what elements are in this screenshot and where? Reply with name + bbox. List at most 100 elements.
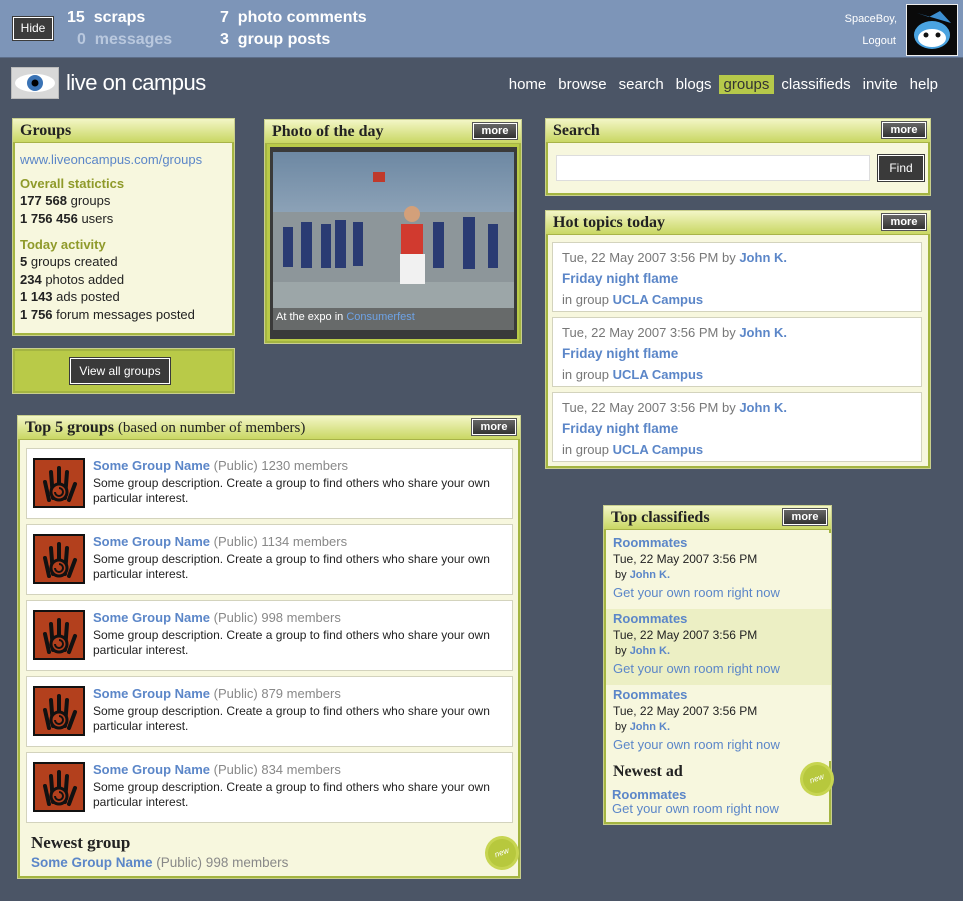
top-groups-more-button[interactable]: more <box>471 418 517 436</box>
topic-title-link[interactable]: Friday night flame <box>562 343 912 364</box>
nav-item-search[interactable]: search <box>614 75 669 94</box>
new-badge-icon: new <box>484 835 520 871</box>
hand-spiral-icon[interactable] <box>33 610 85 660</box>
topic-group: in group UCLA Campus <box>562 439 912 460</box>
newest-ad-link[interactable]: Get your own room right now <box>612 801 779 816</box>
group-meta: (Public) 998 members <box>213 610 341 625</box>
group-name-link[interactable]: Some Group Name <box>93 458 210 473</box>
hide-button[interactable]: Hide <box>12 16 54 41</box>
classified-by-label: by <box>615 721 627 733</box>
group-name-link[interactable]: Some Group Name <box>93 610 210 625</box>
stat-number: 1 756 <box>20 306 53 322</box>
classified-link[interactable]: Get your own room right now <box>613 660 824 678</box>
nav-item-help[interactable]: help <box>905 75 943 94</box>
photo-of-day-title: Photo of the day more <box>265 120 521 144</box>
topic-date: Tue, 22 May 2007 3:56 PM <box>562 250 719 265</box>
photo-more-button[interactable]: more <box>472 122 518 140</box>
hand-spiral-icon[interactable] <box>33 762 85 812</box>
overall-stats-heading: Overall statictics <box>20 176 125 191</box>
nav-item-invite[interactable]: invite <box>858 75 903 94</box>
today-activity-heading: Today activity <box>20 237 106 252</box>
top-groups-title: Top 5 groups (based on number of members… <box>18 416 520 440</box>
topic-group-link[interactable]: UCLA Campus <box>613 367 704 382</box>
nav-item-groups[interactable]: groups <box>718 75 775 94</box>
logo-text[interactable]: live on campus <box>66 70 206 96</box>
view-all-groups-button[interactable]: View all groups <box>69 357 171 385</box>
classified-author-link[interactable]: John K. <box>630 721 670 733</box>
classified-date: Tue, 22 May 2007 3:56 PM <box>613 552 758 566</box>
photo-image[interactable] <box>273 152 514 330</box>
topic-author-link[interactable]: John K. <box>739 250 787 265</box>
group-title: Some Group Name (Public) 834 members <box>93 762 341 777</box>
messages-count: 0 <box>77 31 86 48</box>
hot-topics-more-button[interactable]: more <box>881 213 927 231</box>
group-name-link[interactable]: Some Group Name <box>93 534 210 549</box>
topic-group-link[interactable]: UCLA Campus <box>613 442 704 457</box>
messages-stat[interactable]: 0 messages <box>77 31 172 49</box>
nav-item-classifieds[interactable]: classifieds <box>776 75 855 94</box>
stat-text: groups created <box>27 254 118 269</box>
topic-by: by <box>721 400 736 415</box>
hot-topic-item: Tue, 22 May 2007 3:56 PM by John K. Frida… <box>552 242 922 312</box>
group-name-link[interactable]: Some Group Name <box>93 686 210 701</box>
hot-topics-panel: Hot topics today more Tue, 22 May 2007 3… <box>545 210 931 469</box>
groups-url-link[interactable]: www.liveoncampus.com/groups <box>20 151 227 168</box>
photo-caption: At the expo in Consumerfest <box>276 311 415 323</box>
newest-group-name-link[interactable]: Some Group Name <box>31 855 153 870</box>
topic-title-link[interactable]: Friday night flame <box>562 418 912 439</box>
classified-author-link[interactable]: John K. <box>630 569 670 581</box>
topic-meta: Tue, 22 May 2007 3:56 PM by John K. <box>562 397 912 418</box>
topic-title-link[interactable]: Friday night flame <box>562 268 912 289</box>
photo-caption-link[interactable]: Consumerfest <box>346 311 414 323</box>
classifieds-more-button[interactable]: more <box>782 508 828 526</box>
hot-topic-item: Tue, 22 May 2007 3:56 PM by John K. Frida… <box>552 392 922 462</box>
group-title: Some Group Name (Public) 1230 members <box>93 458 348 473</box>
scraps-stat[interactable]: 15 scraps <box>67 9 145 27</box>
group-posts-count: 3 <box>220 31 229 48</box>
logo-eye-icon[interactable] <box>11 67 59 99</box>
topic-by: by <box>721 325 736 340</box>
classified-title-link[interactable]: Roommates <box>613 687 824 703</box>
nav-item-blogs[interactable]: blogs <box>671 75 717 94</box>
search-panel: Search more Find <box>545 118 931 196</box>
classified-link[interactable]: Get your own room right now <box>613 584 824 602</box>
topic-in-group: in group <box>562 442 609 457</box>
stat-text: forum messages posted <box>52 306 195 322</box>
logout-link[interactable]: Logout <box>862 35 896 47</box>
group-description: Some group description. Create a group t… <box>93 628 490 657</box>
scraps-label: scraps <box>93 9 146 26</box>
group-posts-stat[interactable]: 3 group posts <box>220 31 330 49</box>
group-description: Some group description. Create a group t… <box>93 552 490 581</box>
topic-author-link[interactable]: John K. <box>739 400 787 415</box>
hand-spiral-icon[interactable] <box>33 458 85 508</box>
search-panel-title: Search more <box>546 119 930 143</box>
topic-author-link[interactable]: John K. <box>739 325 787 340</box>
avatar[interactable] <box>906 4 958 56</box>
classified-link[interactable]: Get your own room right now <box>613 736 824 754</box>
classifieds-panel: Top classifieds more Roommates Tue, 22 Ma… <box>603 505 835 825</box>
classified-item: Roommates Tue, 22 May 2007 3:56 PM by John… <box>606 685 831 761</box>
newest-ad-name-link[interactable]: Roommates <box>612 787 686 802</box>
group-title: Some Group Name (Public) 879 members <box>93 686 341 701</box>
group-description: Some group description. Create a group t… <box>93 476 490 505</box>
group-name-link[interactable]: Some Group Name <box>93 762 210 777</box>
groups-panel: Groups www.liveoncampus.com/groups Overa… <box>12 118 235 336</box>
search-input[interactable] <box>556 155 870 181</box>
hand-spiral-icon[interactable] <box>33 686 85 736</box>
topic-group-link[interactable]: UCLA Campus <box>613 292 704 307</box>
photo-of-day-panel: Photo of the day more At the expo in Con… <box>264 119 522 344</box>
classified-date: Tue, 22 May 2007 3:56 PM <box>613 704 758 718</box>
nav-item-browse[interactable]: browse <box>553 75 611 94</box>
hand-spiral-icon[interactable] <box>33 534 85 584</box>
classified-author-link[interactable]: John K. <box>630 645 670 657</box>
classified-title-link[interactable]: Roommates <box>613 535 824 551</box>
find-button[interactable]: Find <box>877 154 925 182</box>
classified-title-link[interactable]: Roommates <box>613 611 824 627</box>
topic-date: Tue, 22 May 2007 3:56 PM <box>562 325 719 340</box>
nav-item-home[interactable]: home <box>504 75 552 94</box>
photo-comments-stat[interactable]: 7 photo comments <box>220 9 367 27</box>
stat-line: 1 756 456 users <box>20 210 227 228</box>
search-more-button[interactable]: more <box>881 121 927 139</box>
group-row: Some Group Name (Public) 998 members Some… <box>26 600 513 671</box>
topic-by: by <box>721 250 736 265</box>
